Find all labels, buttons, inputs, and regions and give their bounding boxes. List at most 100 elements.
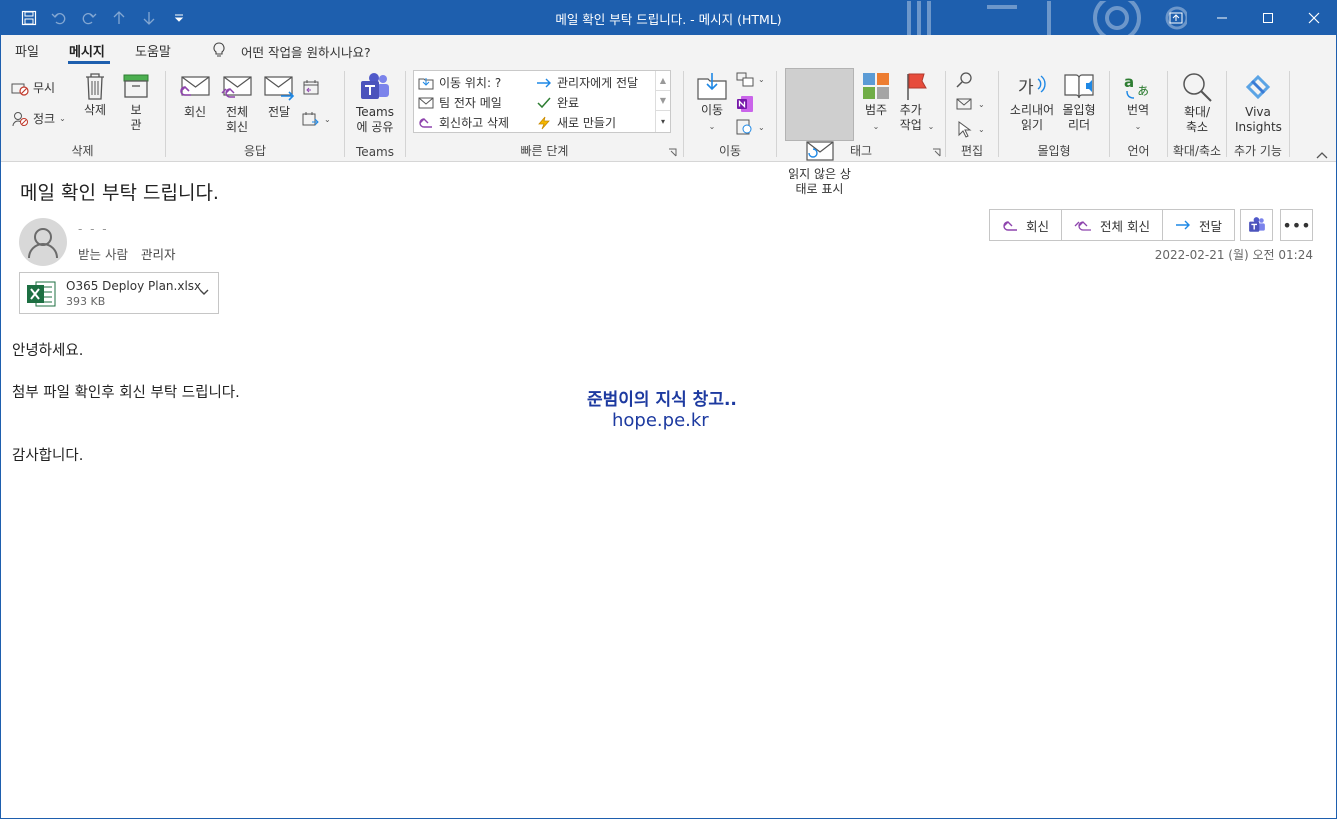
tab-message[interactable]: 메시지	[69, 41, 105, 60]
actions-button[interactable]: ⌄	[736, 119, 765, 135]
forward-button[interactable]: 전달	[262, 75, 296, 120]
reply-all-button[interactable]: 전체 회신	[218, 75, 256, 135]
reply-button[interactable]: 회신	[990, 210, 1063, 240]
ribbon-display-options-icon[interactable]	[1153, 0, 1199, 35]
recipient[interactable]: 관리자	[141, 244, 176, 263]
ellipsis-icon: •••	[1282, 215, 1311, 235]
reply-button[interactable]: 회신	[176, 75, 214, 120]
mail-icon	[418, 97, 434, 108]
forward-label: 전달	[267, 105, 291, 119]
delete-label: 삭제	[83, 103, 107, 117]
reply-label: 회신	[1026, 218, 1050, 234]
categorize-button[interactable]: 범주 ⌄	[858, 71, 894, 134]
chevron-down-icon: ⌄	[758, 74, 765, 84]
language-group: aぁ 번역 ⌄ 언어	[1110, 65, 1167, 162]
quick-step-team-email-label: 팀 전자 메일	[439, 96, 502, 110]
chevron-down-icon: ⌄	[324, 114, 331, 124]
sender-name[interactable]: - - -	[78, 222, 109, 236]
viva-insights-button[interactable]: Viva Insights	[1233, 71, 1283, 135]
immersive-group: 가 소리내어 읽기 몰입형 리더 몰입형	[999, 65, 1109, 162]
scroll-up-icon[interactable]: ▲	[656, 71, 670, 91]
reply-delete-icon	[419, 117, 432, 128]
translate-button[interactable]: aぁ 번역 ⌄	[1120, 71, 1156, 134]
teams-icon	[1248, 217, 1265, 232]
svg-text:ぁ: ぁ	[1136, 83, 1150, 99]
attachment-name: O365 Deploy Plan.xlsx	[66, 279, 202, 293]
more-actions-button[interactable]: •••	[1280, 209, 1313, 241]
language-group-label: 언어	[1127, 144, 1150, 158]
chevron-down-icon: ⌄	[1134, 122, 1142, 131]
reply-icon	[180, 76, 210, 96]
quick-step-forward-manager-label: 관리자에게 전달	[557, 76, 639, 90]
reply-icon	[1003, 221, 1017, 231]
zoom-button[interactable]: 확대/ 축소	[1176, 71, 1218, 135]
move-button[interactable]: 이동 ⌄	[694, 71, 730, 134]
select-button[interactable]: ⌄	[956, 120, 985, 138]
mark-unread-button-content: 읽지 않은 상태로 표시	[785, 139, 854, 197]
close-icon[interactable]	[1291, 0, 1337, 35]
addins-group: Viva Insights 추가 기능	[1227, 65, 1289, 162]
attachment-size: 393 KB	[66, 295, 106, 308]
edit-group: ⌄ ⌄ 편집	[946, 65, 998, 162]
svg-text:a: a	[1124, 73, 1134, 91]
meeting-reply-button[interactable]	[302, 79, 320, 95]
forward-button[interactable]: 전달	[1163, 210, 1234, 240]
dialog-launcher-icon[interactable]	[668, 148, 677, 157]
dialog-launcher-icon[interactable]	[932, 148, 941, 157]
follow-up-label: 추가 작업	[899, 103, 922, 132]
chevron-down-icon: ⌄	[708, 122, 716, 131]
find-button[interactable]	[956, 71, 974, 89]
actions-icon	[736, 119, 752, 135]
minimize-icon[interactable]	[1199, 0, 1245, 35]
scroll-down-icon[interactable]: ▼	[656, 91, 670, 111]
related-button[interactable]: ⌄	[956, 96, 985, 112]
quick-step-create-new[interactable]: 새로 만들기	[536, 114, 616, 131]
quick-step-move-to[interactable]: 이동 위치: ?	[418, 74, 501, 91]
maximize-icon[interactable]	[1245, 0, 1291, 35]
follow-up-button[interactable]: 추가 작업 ⌄	[896, 71, 936, 134]
reply-all-button[interactable]: 전체 회신	[1062, 210, 1163, 240]
chevron-down-icon[interactable]	[198, 286, 210, 298]
more-respond-button[interactable]: ⌄	[302, 111, 331, 127]
move-to-folder-icon	[418, 77, 434, 89]
message-subject: 메일 확인 부탁 드립니다.	[20, 182, 219, 204]
move-label: 이동	[700, 103, 724, 117]
archive-button[interactable]: 보관	[120, 71, 152, 133]
quick-step-done-label: 완료	[557, 96, 580, 110]
ignore-icon	[11, 83, 29, 96]
respond-group-label: 응답	[243, 144, 267, 158]
respond-group: 회신 전체 회신 전달 ⌄ 응답	[166, 65, 344, 162]
to-label: 받는 사람	[78, 247, 128, 262]
junk-button[interactable]: 정크 ⌄	[11, 110, 66, 127]
delete-button[interactable]: 삭제	[80, 71, 110, 118]
tell-me-search[interactable]: 어떤 작업을 원하시나요?	[241, 42, 371, 61]
mark-unread-button[interactable]	[785, 68, 854, 141]
rules-button[interactable]: ⌄	[736, 71, 765, 87]
more-respond-icon	[302, 112, 319, 126]
collapse-ribbon-icon[interactable]	[1316, 151, 1328, 159]
expand-gallery-icon[interactable]: ▾	[656, 111, 670, 131]
teams-group-label: Teams	[356, 145, 394, 159]
move-group-label: 이동	[718, 144, 742, 158]
read-aloud-button[interactable]: 가 소리내어 읽기	[1007, 71, 1057, 133]
tab-help[interactable]: 도움말	[135, 41, 171, 60]
attachment-card[interactable]: O365 Deploy Plan.xlsx 393 KB	[19, 272, 219, 314]
share-to-teams-label: Teams 에 공유	[356, 105, 394, 134]
quick-step-reply-delete[interactable]: 회신하고 삭제	[418, 114, 509, 131]
onenote-button[interactable]	[736, 95, 754, 113]
archive-label: 보관	[130, 103, 142, 132]
ignore-button[interactable]: 무시	[11, 79, 55, 96]
tab-file[interactable]: 파일	[15, 41, 39, 60]
archive-icon	[123, 74, 149, 98]
quick-step-team-email[interactable]: 팀 전자 메일	[418, 94, 502, 111]
chevron-down-icon: ⌄	[978, 124, 985, 134]
immersive-reader-label: 몰입형 리더	[1062, 103, 1096, 132]
immersive-reader-button[interactable]: 몰입형 리더	[1057, 71, 1101, 133]
quick-step-done[interactable]: 완료	[536, 94, 579, 111]
quick-step-forward-manager[interactable]: 관리자에게 전달	[536, 74, 638, 91]
viva-insights-icon	[1245, 74, 1271, 100]
teams-share-button[interactable]	[1240, 209, 1273, 241]
flag-icon	[907, 73, 927, 100]
share-to-teams-button[interactable]: Teams 에 공유	[351, 71, 399, 135]
zoom-group-label: 확대/축소	[1172, 144, 1222, 158]
